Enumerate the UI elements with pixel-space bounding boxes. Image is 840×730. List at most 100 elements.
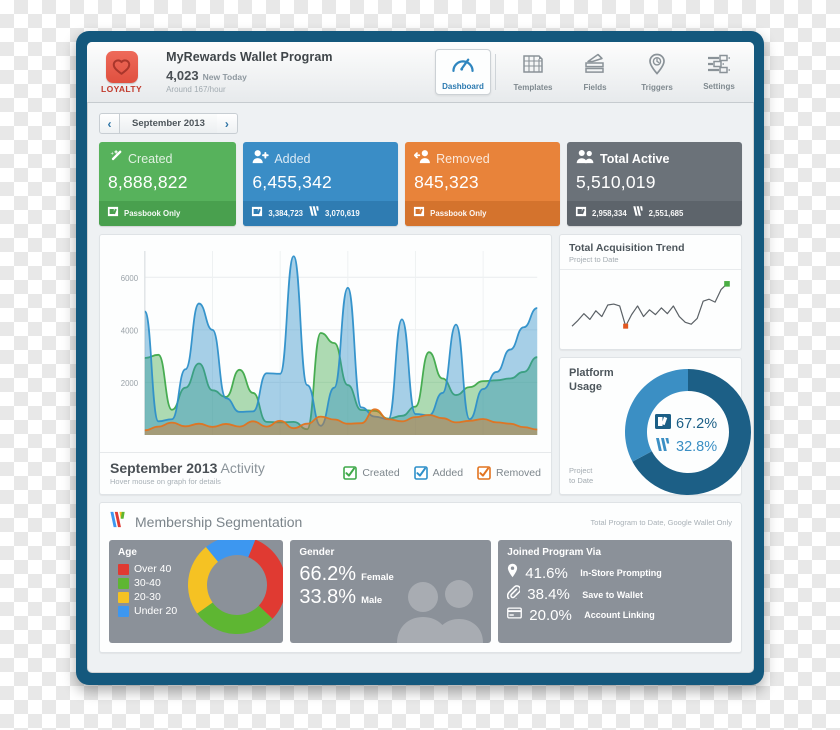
color-swatch: [118, 563, 129, 575]
activity-title-block: September 2013 Activity Hover mouse on g…: [110, 460, 265, 486]
tab-label: Dashboard: [442, 81, 484, 91]
tab-dashboard[interactable]: Dashboard: [435, 49, 491, 95]
card-header: Created: [108, 149, 227, 169]
usage-legend-wallet: 32.8%: [655, 437, 717, 457]
card-top: Added 6,455,342: [243, 142, 398, 201]
kpi-card-removed[interactable]: Removed 845,323 Passbook Only: [405, 142, 560, 226]
joined-row-savewallet: 38.4% Save to Wallet: [507, 585, 723, 604]
platform-usage-donut: 67.2% 32.8%: [622, 366, 754, 503]
segmentation-boxes: Age Over 40 30-40 20-30 Under 20 Gender …: [109, 540, 733, 643]
map-pin-icon: [507, 563, 518, 583]
age-legend-label: Under 20: [134, 605, 178, 617]
usage-pct-wallet: 32.8%: [676, 439, 718, 455]
age-legend-label: Over 40: [134, 563, 172, 575]
google-wallet-icon: [109, 510, 128, 534]
card-footer: 2,958,334 2,551,685: [566, 201, 742, 226]
joined-pct-accountlinking: 20.0%: [529, 606, 572, 624]
tab-label: Fields: [583, 82, 607, 92]
trend-sparkline: [560, 270, 741, 349]
user-add-icon: [252, 149, 270, 169]
usage-legend-passbook: 67.2%: [655, 414, 717, 434]
users-icon: [576, 149, 595, 169]
joined-via-segment-box: Joined Program Via 41.6% In-Store Prompt…: [498, 540, 733, 643]
card-footer: 3,384,723 3,070,619: [243, 201, 399, 226]
card-top: Total Active 5,510,019: [567, 142, 742, 201]
pencil-edit-icon: [583, 53, 607, 80]
card-top: Removed 845,323: [405, 142, 560, 201]
joined-pct-savewallet: 38.4%: [527, 586, 570, 603]
header-spacer: [345, 42, 431, 102]
clock-pin-icon: [646, 53, 668, 80]
svg-text:2000: 2000: [121, 379, 139, 388]
card-title: Removed: [436, 152, 490, 166]
tab-label: Triggers: [641, 82, 673, 92]
tab-settings[interactable]: Settings: [688, 42, 750, 102]
segmentation-note: Total Program to Date, Google Wallet Onl…: [590, 517, 732, 527]
passbook-icon: [575, 204, 587, 222]
program-titles: MyRewards Wallet Program 4,023 New Today…: [166, 50, 333, 94]
heart-icon: [105, 50, 138, 83]
usage-footer-line2: to Date: [569, 475, 594, 485]
segmentation-title: Membership Segmentation: [135, 514, 303, 530]
card-foot-text: 2,958,334: [591, 208, 627, 218]
legend-label: Added: [432, 467, 464, 479]
app-header: LOYALTY MyRewards Wallet Program 4,023 N…: [87, 42, 754, 103]
tab-templates[interactable]: Templates: [502, 42, 564, 102]
joined-label-instore: In-Store Prompting: [580, 568, 662, 578]
tab-triggers[interactable]: Triggers: [626, 42, 688, 102]
card-header: Added: [252, 149, 389, 169]
kpi-card-created[interactable]: Created 8,888,822 Passbook Only: [99, 142, 237, 226]
passbook-icon: [251, 204, 263, 222]
legend-item-removed[interactable]: Removed: [477, 466, 541, 480]
loyalty-logo: LOYALTY: [101, 50, 143, 94]
tab-label: Templates: [513, 82, 553, 92]
age-legend-label: 30-40: [134, 577, 161, 589]
legend-item-created[interactable]: Created: [343, 466, 400, 480]
usage-footer: Project to Date: [569, 466, 593, 485]
magic-wand-icon: [108, 149, 123, 169]
next-month-button[interactable]: ›: [216, 113, 238, 134]
card-value: 6,455,342: [252, 172, 332, 192]
tab-fields[interactable]: Fields: [564, 42, 626, 102]
activity-title-rest: Activity: [217, 460, 265, 476]
kpi-card-total-active[interactable]: Total Active 5,510,019 2,958,334 2,551,6…: [566, 142, 742, 226]
usage-footer-line1: Project: [569, 466, 593, 476]
joined-pct-instore: 41.6%: [525, 564, 568, 582]
svg-text:4000: 4000: [121, 326, 139, 335]
date-navigator: ‹ September 2013 ›: [99, 113, 742, 134]
side-column: Total Acquisition Trend Project to Date …: [559, 234, 751, 495]
paperclip-icon: [507, 585, 522, 604]
color-swatch: [118, 577, 129, 589]
tab-label: Settings: [703, 81, 735, 91]
google-wallet-icon: [632, 204, 644, 222]
google-wallet-icon: [308, 204, 320, 222]
tabs-divider: [495, 54, 496, 90]
program-title: MyRewards Wallet Program: [166, 50, 333, 64]
card-value: 5,510,019: [575, 172, 656, 192]
gender-label-female: Female: [361, 572, 394, 583]
current-period-label: September 2013: [120, 113, 217, 134]
logo-wordmark: LOYALTY: [101, 83, 143, 94]
prev-month-button[interactable]: ‹: [99, 113, 120, 134]
passbook-icon: [655, 414, 671, 434]
age-donut-chart: [188, 540, 284, 634]
passbook-icon: [413, 204, 425, 222]
card-foot-text: Passbook Only: [124, 208, 181, 218]
gender-pct-male: 33.8%: [299, 586, 357, 608]
gender-segment-box: Gender 66.2% Female 33.8% Male: [290, 540, 492, 643]
card-header: Removed: [414, 149, 551, 169]
header-tabs: Dashboard Templates Fields Triggers Sett…: [431, 42, 754, 102]
activity-subtitle: Hover mouse on graph for details: [110, 477, 221, 486]
trend-subtitle: Project to Date: [569, 255, 619, 264]
kpi-card-added[interactable]: Added 6,455,342 3,384,723 3,070,619: [243, 142, 399, 226]
color-swatch: [118, 591, 129, 603]
card-title: Total Active: [599, 152, 670, 166]
dashboard-body: ‹ September 2013 › Created 8,888,822 Pas…: [87, 103, 754, 663]
activity-chart[interactable]: 2000 4000 6000: [100, 235, 551, 452]
joined-label-savewallet: Save to Wallet: [582, 589, 643, 600]
activity-chart-panel: 2000 4000 6000 September 2013 Activity Hov…: [99, 234, 552, 495]
joined-title: Joined Program Via: [507, 547, 602, 558]
legend-item-added[interactable]: Added: [413, 466, 464, 480]
activity-legend: Created Added Removed: [343, 466, 541, 480]
card-footer: Passbook Only: [99, 201, 237, 226]
